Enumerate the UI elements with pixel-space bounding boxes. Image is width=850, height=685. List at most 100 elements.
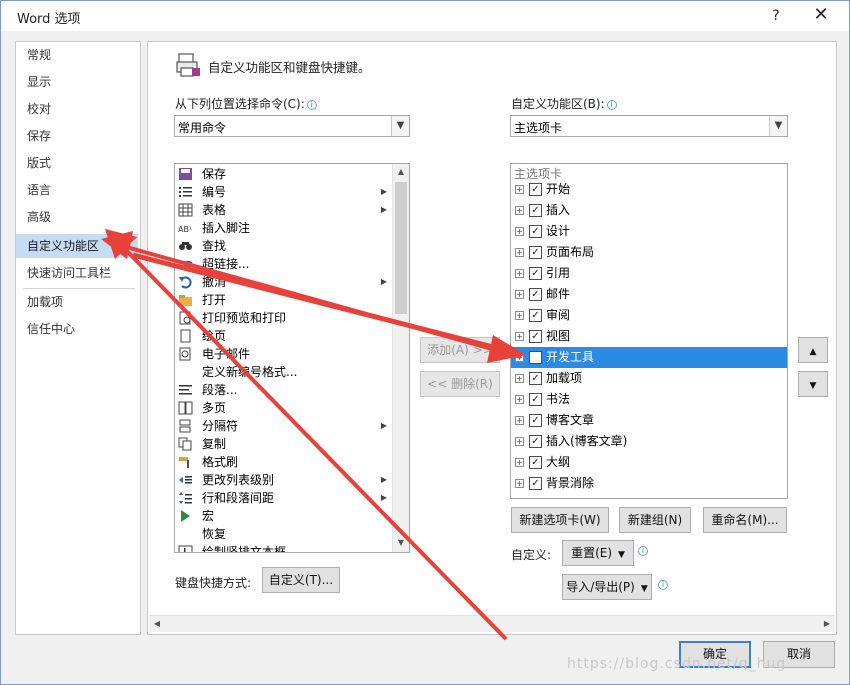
tab-checkbox[interactable]: ✓ xyxy=(529,183,542,196)
command-item[interactable]: 宏 xyxy=(175,507,392,525)
ribbon-tab-item[interactable]: + ✓ 视图 xyxy=(511,326,787,347)
new-tab-button[interactable]: 新建选项卡(W) xyxy=(511,507,609,533)
scroll-up-icon[interactable]: ▲ xyxy=(393,164,409,180)
command-item[interactable]: 表格 ▶ xyxy=(175,201,392,219)
expand-icon[interactable]: + xyxy=(515,458,524,467)
tab-checkbox[interactable]: ✓ xyxy=(529,288,542,301)
command-item[interactable]: 段落... xyxy=(175,381,392,399)
tab-checkbox[interactable]: ✓ xyxy=(529,414,542,427)
expand-icon[interactable]: + xyxy=(515,374,524,383)
add-button[interactable]: 添加(A) >> xyxy=(420,337,500,363)
command-item[interactable]: 分隔符 ▶ xyxy=(175,417,392,435)
chevron-down-icon[interactable]: ▼ xyxy=(391,116,409,136)
nav-item[interactable]: 保存 xyxy=(16,124,138,148)
ribbon-tab-item[interactable]: + ✓ 插入(博客文章) xyxy=(511,431,787,452)
tab-checkbox[interactable]: ✓ xyxy=(529,204,542,217)
chevron-down-icon[interactable]: ▼ xyxy=(769,116,787,136)
nav-item[interactable]: 语言 xyxy=(16,178,138,202)
command-item[interactable]: 查找 xyxy=(175,237,392,255)
close-button[interactable]: ✕ xyxy=(809,5,833,27)
ribbon-tabs-tree[interactable]: 主选项卡 + ✓ 开始 + ✓ 插入 + ✓ 设计 + ✓ 页面布局 + ✓ 引用 + ✓ 邮件 + ✓ 审阅 + ✓ 视图 +… xyxy=(510,163,788,499)
command-item[interactable]: 保存 xyxy=(175,165,392,183)
command-item[interactable]: 编号 ▶ xyxy=(175,183,392,201)
command-item[interactable]: 打印预览和打印 xyxy=(175,309,392,327)
command-item[interactable]: 撤消 ▶ xyxy=(175,273,392,291)
command-item[interactable]: 行和段落间距 ▶ xyxy=(175,489,392,507)
command-item[interactable]: 恢复 xyxy=(175,525,392,543)
command-item[interactable]: 绘制竖排文本框 xyxy=(175,543,392,552)
tab-checkbox[interactable]: ✓ xyxy=(529,225,542,238)
ribbon-tab-item[interactable]: + ✓ 邮件 xyxy=(511,284,787,305)
expand-icon[interactable]: + xyxy=(515,248,524,257)
scroll-down-icon[interactable]: ▼ xyxy=(393,535,409,551)
ribbon-tab-item[interactable]: + ✓ 插入 xyxy=(511,200,787,221)
new-group-button[interactable]: 新建组(N) xyxy=(619,507,691,533)
ribbon-tab-item[interactable]: + ✓ 博客文章 xyxy=(511,410,787,431)
expand-icon[interactable]: + xyxy=(515,479,524,488)
remove-button[interactable]: << 删除(R) xyxy=(420,371,500,397)
expand-icon[interactable]: + xyxy=(515,437,524,446)
ribbon-tab-item[interactable]: + ✓ 加载项 xyxy=(511,368,787,389)
nav-item[interactable]: 快速访问工具栏 xyxy=(16,261,138,285)
ribbon-tab-item[interactable]: + ✓ 书法 xyxy=(511,389,787,410)
scroll-left-icon[interactable]: ◀ xyxy=(149,616,165,632)
tab-checkbox[interactable]: ✓ xyxy=(529,267,542,280)
expand-icon[interactable]: + xyxy=(515,353,524,362)
commands-scrollbar[interactable]: ▲ ▼ xyxy=(392,164,409,552)
expand-icon[interactable]: + xyxy=(515,311,524,320)
tab-checkbox[interactable]: ✓ xyxy=(529,393,542,406)
nav-item[interactable]: 信任中心 xyxy=(16,317,138,341)
rename-button[interactable]: 重命名(M)... xyxy=(703,507,787,533)
ribbon-tab-item[interactable]: + ✓ 背景消除 xyxy=(511,473,787,494)
command-item[interactable]: 多页 xyxy=(175,399,392,417)
customize-ribbon-combo[interactable]: 主选项卡 ▼ xyxy=(510,115,788,137)
nav-item[interactable]: 校对 xyxy=(16,97,138,121)
ribbon-tab-item[interactable]: + ✓ 引用 xyxy=(511,263,787,284)
nav-item[interactable]: 自定义功能区 xyxy=(16,234,138,258)
info-icon[interactable]: i xyxy=(658,580,668,590)
expand-icon[interactable]: + xyxy=(515,227,524,236)
command-item[interactable]: 更改列表级别 ▶ xyxy=(175,471,392,489)
tab-checkbox[interactable]: ✓ xyxy=(529,372,542,385)
move-down-button[interactable]: ▼ xyxy=(798,371,828,397)
help-button[interactable]: ? xyxy=(765,5,787,27)
info-icon[interactable]: i xyxy=(606,100,617,110)
expand-icon[interactable]: + xyxy=(515,185,524,194)
import-export-button[interactable]: 导入/导出(P) ▼ xyxy=(562,574,652,600)
nav-item[interactable]: 版式 xyxy=(16,151,138,175)
ribbon-tab-item[interactable]: + ✓ 大纲 xyxy=(511,452,787,473)
scroll-right-icon[interactable]: ▶ xyxy=(819,616,835,632)
command-item[interactable]: 电子邮件 xyxy=(175,345,392,363)
ribbon-tab-item[interactable]: + ✓ 开始 xyxy=(511,179,787,200)
expand-icon[interactable]: + xyxy=(515,332,524,341)
command-item[interactable]: 绘页 xyxy=(175,327,392,345)
nav-item[interactable]: 常规 xyxy=(16,43,138,67)
expand-icon[interactable]: + xyxy=(515,206,524,215)
command-item[interactable]: 格式刷 xyxy=(175,453,392,471)
tab-checkbox[interactable]: ✓ xyxy=(529,456,542,469)
nav-item[interactable]: 显示 xyxy=(16,70,138,94)
choose-commands-combo[interactable]: 常用命令 ▼ xyxy=(174,115,410,137)
command-item[interactable]: 复制 xyxy=(175,435,392,453)
ribbon-tab-item[interactable]: + 开发工具 xyxy=(511,347,787,368)
tab-checkbox[interactable]: ✓ xyxy=(529,435,542,448)
tab-checkbox[interactable] xyxy=(529,351,542,364)
ribbon-tab-item[interactable]: + ✓ 审阅 xyxy=(511,305,787,326)
ribbon-tab-item[interactable]: + ✓ 设计 xyxy=(511,221,787,242)
customize-keyboard-button[interactable]: 自定义(T)... xyxy=(262,567,340,593)
tab-checkbox[interactable]: ✓ xyxy=(529,309,542,322)
tab-checkbox[interactable]: ✓ xyxy=(529,330,542,343)
command-item[interactable]: AB¹ 插入脚注 xyxy=(175,219,392,237)
ribbon-tab-item[interactable]: + ✓ 页面布局 xyxy=(511,242,787,263)
tab-checkbox[interactable]: ✓ xyxy=(529,477,542,490)
nav-item[interactable]: 高级 xyxy=(16,205,138,229)
tab-checkbox[interactable]: ✓ xyxy=(529,246,542,259)
expand-icon[interactable]: + xyxy=(515,416,524,425)
command-item[interactable]: 定义新编号格式... xyxy=(175,363,392,381)
nav-item[interactable]: 加载项 xyxy=(16,290,138,314)
expand-icon[interactable]: + xyxy=(515,269,524,278)
expand-icon[interactable]: + xyxy=(515,290,524,299)
horizontal-scrollbar[interactable]: ◀ ▶ xyxy=(149,615,835,632)
move-up-button[interactable]: ▲ xyxy=(798,337,828,363)
reset-button[interactable]: 重置(E) ▼ xyxy=(562,540,634,566)
